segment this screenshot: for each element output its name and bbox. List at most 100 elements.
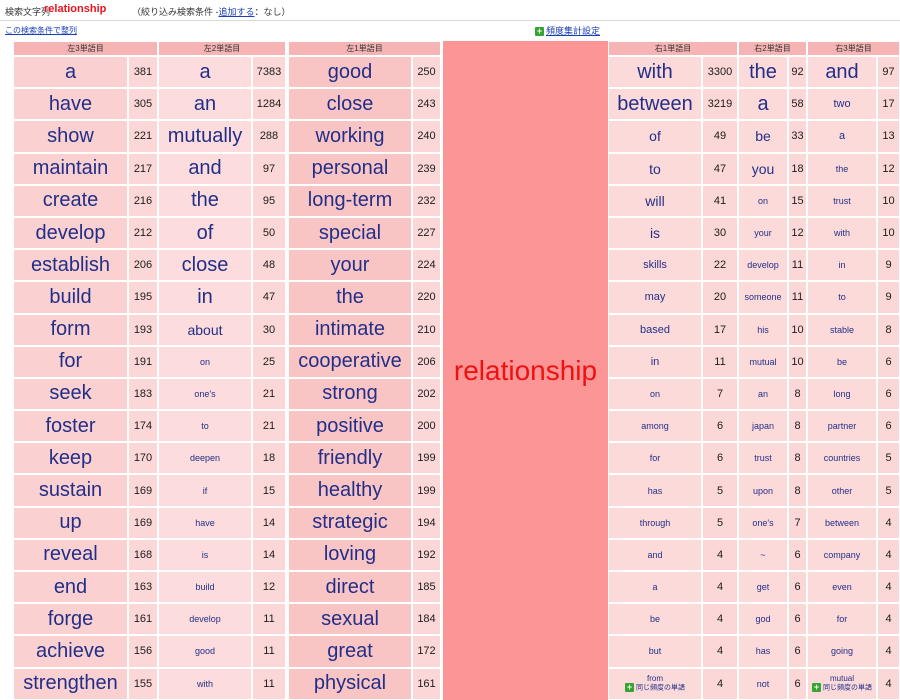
collocate-word[interactable]: partner: [807, 410, 877, 443]
collocate-word[interactable]: develop: [738, 249, 788, 282]
collocate-word[interactable]: foster: [13, 410, 128, 443]
collocate-word[interactable]: the: [807, 152, 877, 185]
collocate-word[interactable]: seek: [13, 377, 128, 411]
collocate-word[interactable]: of: [608, 120, 702, 153]
collocate-word[interactable]: if: [158, 474, 252, 507]
collocate-word[interactable]: the: [738, 56, 788, 89]
collocate-word[interactable]: upon: [738, 474, 788, 507]
collocate-word[interactable]: on: [608, 377, 702, 411]
collocate-word[interactable]: form: [13, 313, 128, 346]
collocate-word[interactable]: has: [738, 635, 788, 668]
collocate-word[interactable]: an: [738, 377, 788, 411]
collocate-word[interactable]: with: [158, 667, 252, 700]
collocate-word[interactable]: have: [13, 88, 128, 121]
collocate-word[interactable]: other: [807, 474, 877, 507]
collocate-word[interactable]: mutual: [738, 345, 788, 378]
collocate-word[interactable]: be: [807, 345, 877, 378]
collocate-word[interactable]: show: [13, 120, 128, 153]
collocate-word[interactable]: going: [807, 635, 877, 668]
collocate-word[interactable]: build: [158, 571, 252, 604]
collocate-word[interactable]: create: [13, 184, 128, 217]
collocate-word[interactable]: stable: [807, 313, 877, 346]
collocate-word[interactable]: direct: [288, 571, 412, 604]
collocate-word[interactable]: sustain: [13, 474, 128, 507]
collocate-word[interactable]: of: [158, 216, 252, 250]
collocate-word[interactable]: have: [158, 506, 252, 539]
collocate-word[interactable]: even: [807, 571, 877, 604]
collocate-word[interactable]: a: [13, 56, 128, 89]
collocate-word[interactable]: has: [608, 474, 702, 507]
collocate-word[interactable]: is: [158, 538, 252, 571]
same-frequency-note[interactable]: + 同じ頻度の単語: [812, 683, 872, 693]
collocate-word[interactable]: working: [288, 120, 412, 153]
collocate-word[interactable]: two: [807, 88, 877, 121]
collocate-word[interactable]: the: [288, 281, 412, 314]
collocate-word[interactable]: to: [158, 410, 252, 443]
collocate-word[interactable]: good: [288, 56, 412, 89]
collocate-word[interactable]: through: [608, 506, 702, 539]
collocate-word[interactable]: countries: [807, 442, 877, 475]
collocate-word[interactable]: for: [608, 442, 702, 475]
collocate-word[interactable]: for: [13, 345, 128, 378]
collocate-word[interactable]: deepen: [158, 442, 252, 475]
collocate-word[interactable]: end: [13, 571, 128, 604]
collocate-word[interactable]: positive: [288, 410, 412, 443]
collocate-word[interactable]: develop: [13, 216, 128, 250]
collocate-word[interactable]: be: [738, 120, 788, 153]
collocate-word[interactable]: sexual: [288, 603, 412, 636]
collocate-word[interactable]: achieve: [13, 635, 128, 668]
collocate-word[interactable]: a: [608, 571, 702, 604]
collocate-word[interactable]: japan: [738, 410, 788, 443]
collocate-word[interactable]: based: [608, 313, 702, 346]
collocate-word[interactable]: keep: [13, 442, 128, 475]
collocate-word[interactable]: up: [13, 506, 128, 539]
collocate-word[interactable]: in: [608, 345, 702, 378]
collocate-word[interactable]: a: [158, 56, 252, 89]
collocate-word[interactable]: between: [608, 88, 702, 121]
collocate-word[interactable]: and: [158, 152, 252, 185]
collocate-word[interactable]: but: [608, 635, 702, 668]
collocate-word[interactable]: your: [288, 249, 412, 282]
collocate-word[interactable]: trust: [738, 442, 788, 475]
collocate-word[interactable]: strategic: [288, 506, 412, 539]
collocate-word[interactable]: about: [158, 313, 252, 346]
collocate-word[interactable]: to: [608, 152, 702, 185]
collocate-word[interactable]: good: [158, 635, 252, 668]
collocate-word[interactable]: on: [158, 345, 252, 378]
collocate-word[interactable]: be: [608, 603, 702, 636]
collocate-word[interactable]: reveal: [13, 538, 128, 571]
collocate-word[interactable]: physical: [288, 667, 412, 700]
collocate-word[interactable]: you: [738, 152, 788, 185]
collocate-word[interactable]: with: [608, 56, 702, 89]
collocate-word[interactable]: one's: [738, 506, 788, 539]
collocate-word[interactable]: loving: [288, 538, 412, 571]
collocate-word[interactable]: one's: [158, 377, 252, 411]
collocate-word[interactable]: someone: [738, 281, 788, 314]
collocate-word[interactable]: establish: [13, 249, 128, 282]
collocate-word[interactable]: and: [608, 538, 702, 571]
collocate-word[interactable]: friendly: [288, 442, 412, 475]
collocate-word[interactable]: in: [158, 281, 252, 314]
collocate-word[interactable]: is: [608, 216, 702, 250]
same-frequency-note[interactable]: + 同じ頻度の単語: [625, 683, 685, 693]
collocate-word[interactable]: close: [158, 249, 252, 282]
collocate-word[interactable]: from + 同じ頻度の単語: [608, 667, 702, 700]
collocate-word[interactable]: ~: [738, 538, 788, 571]
collocate-word[interactable]: may: [608, 281, 702, 314]
collocate-word[interactable]: company: [807, 538, 877, 571]
collocate-word[interactable]: long-term: [288, 184, 412, 217]
collocate-word[interactable]: a: [738, 88, 788, 121]
filter-add-link[interactable]: 追加する: [219, 7, 255, 17]
collocate-word[interactable]: between: [807, 506, 877, 539]
collocate-word[interactable]: forge: [13, 603, 128, 636]
frequency-settings[interactable]: + 頻度集計設定: [535, 24, 600, 37]
collocate-word[interactable]: among: [608, 410, 702, 443]
collocate-word[interactable]: strengthen: [13, 667, 128, 700]
collocate-word[interactable]: mutual + 同じ頻度の単語: [807, 667, 877, 700]
collocate-word[interactable]: a: [807, 120, 877, 153]
collocate-word[interactable]: healthy: [288, 474, 412, 507]
collocate-word[interactable]: your: [738, 216, 788, 250]
collocate-word[interactable]: skills: [608, 249, 702, 282]
collocate-word[interactable]: cooperative: [288, 345, 412, 378]
collocate-word[interactable]: not: [738, 667, 788, 700]
